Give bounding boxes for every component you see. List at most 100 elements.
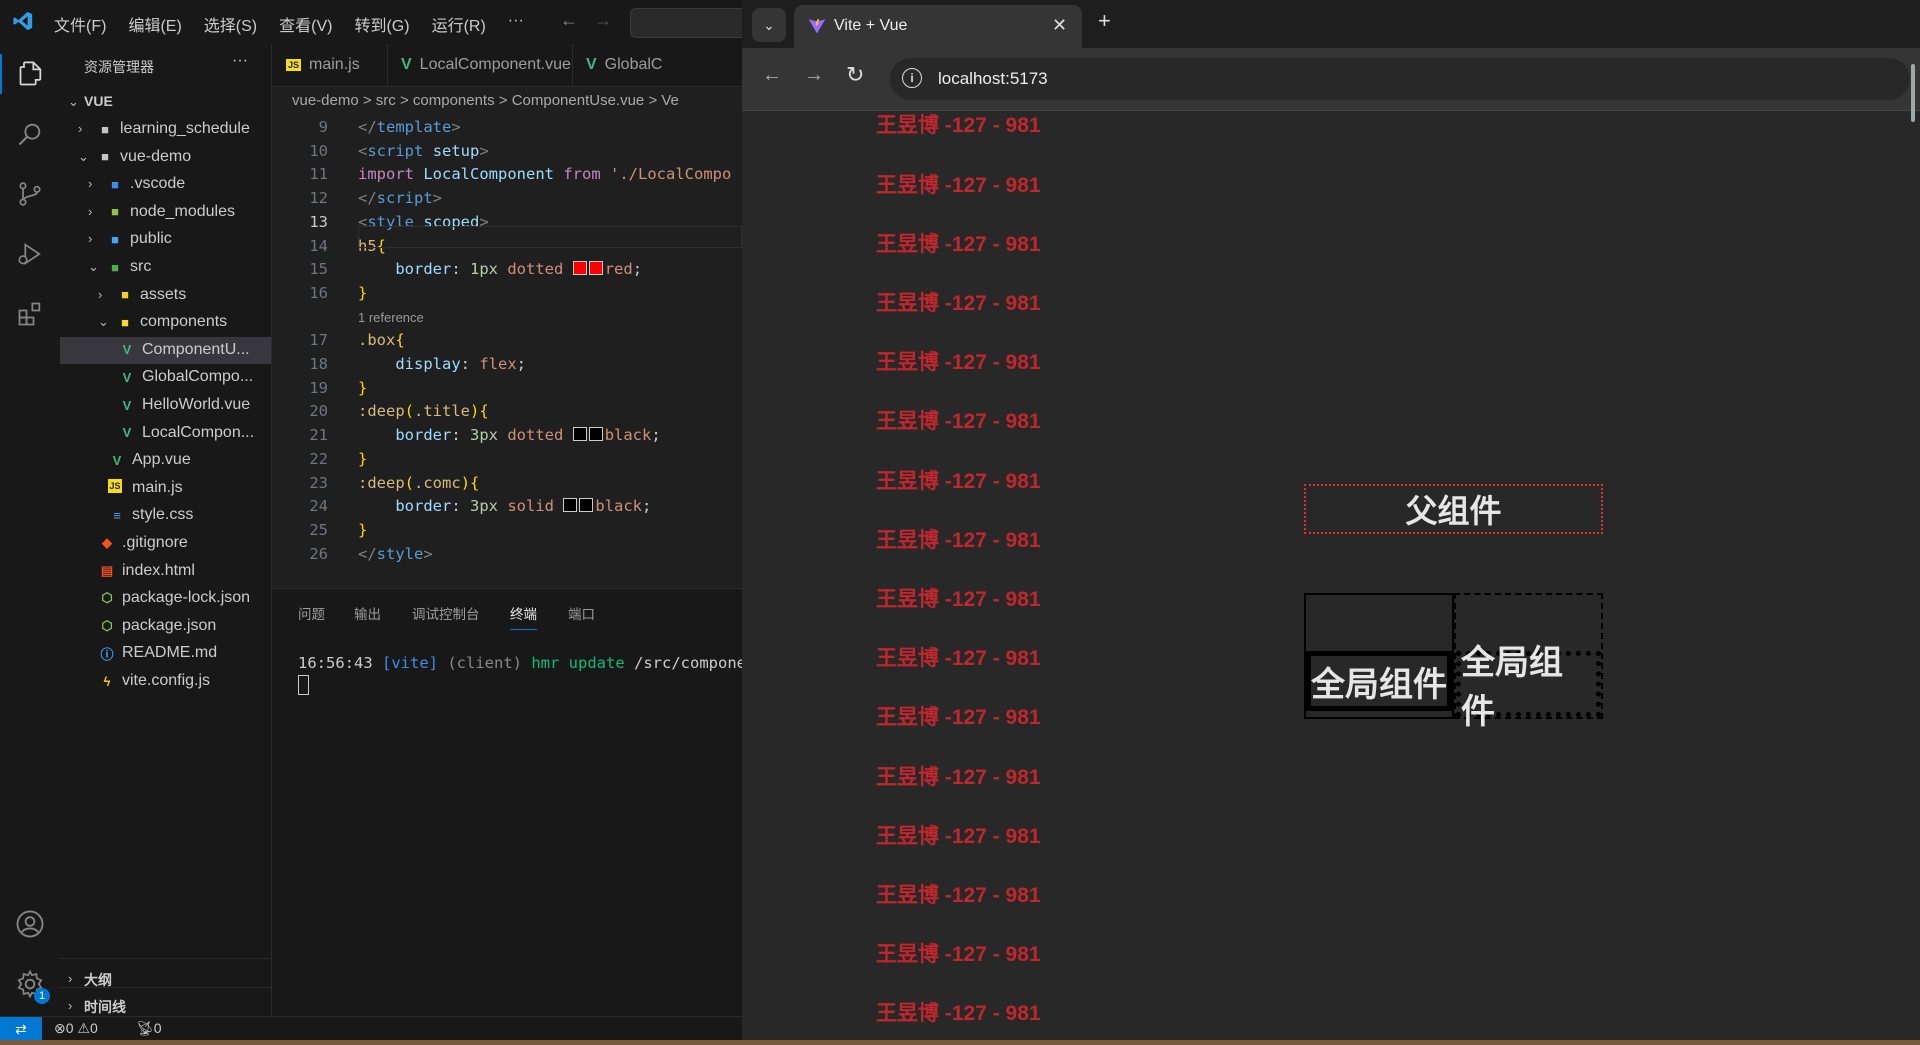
tree-item[interactable]: › ■ learning_schedule [60, 116, 271, 143]
settings-gear-icon[interactable]: 1 [10, 964, 50, 1004]
outline-section[interactable]: › 大纲 [60, 966, 271, 993]
node-folder-icon: ■ [111, 204, 119, 220]
code-text: border: 3px solid black; [395, 497, 652, 516]
tree-item[interactable]: ⌄ ■ vue-demo [60, 144, 271, 171]
panel-tab[interactable]: 端口 [568, 603, 595, 623]
code-line[interactable]: 1 reference [272, 308, 742, 328]
tree-item[interactable]: V GlobalCompo... [60, 364, 271, 391]
editor-tab[interactable]: V GlobalC [572, 44, 743, 86]
code-line[interactable]: 17 .box{ [272, 331, 742, 354]
global-component-dotted: 全局组件 [1454, 593, 1603, 731]
editor-tab[interactable]: JS main.js [272, 44, 388, 86]
code-line[interactable]: 22} [272, 450, 742, 473]
code-line[interactable]: 23:deep(.comc){ [272, 474, 742, 497]
browser-tab-active[interactable]: Vite + Vue ✕ [794, 5, 1082, 48]
code-text: display: flex; [395, 355, 526, 373]
terminal-output[interactable]: 16:56:43 [vite] (client) hmr update /src… [298, 654, 755, 672]
code-line[interactable]: 21 border: 3px dotted black; [272, 426, 742, 449]
tree-item[interactable]: ⬡ package.json [60, 613, 271, 640]
repeated-text-line: 王昱博 -127 - 981 [876, 410, 1041, 434]
close-tab-icon[interactable]: ✕ [1052, 15, 1067, 36]
menu-item[interactable]: ··· [508, 12, 524, 36]
code-line[interactable]: 11 import LocalComponent from './LocalCom… [272, 165, 742, 188]
back-arrow-icon[interactable]: ← [560, 10, 578, 31]
tab-search-icon[interactable]: ⌄ [752, 8, 786, 42]
menu-item[interactable]: 编辑(E) [128, 12, 181, 36]
code-line[interactable]: 9 </template> [272, 118, 742, 141]
tree-item[interactable]: JS main.js [60, 475, 271, 502]
code-line[interactable]: 16} [272, 284, 742, 307]
url-text: localhost:5173 [938, 69, 1048, 88]
menu-item[interactable]: 转到(G) [354, 12, 409, 36]
reload-icon[interactable]: ↻ [846, 62, 864, 88]
forward-arrow-icon[interactable]: → [594, 10, 612, 31]
problems-status[interactable]: ⊗0 ⚠0 [54, 1020, 98, 1037]
code-line[interactable]: 13 <style scoped> [272, 213, 742, 236]
tree-item[interactable]: V App.vue [60, 447, 271, 474]
tree-item[interactable]: › ■ node_modules [60, 199, 271, 226]
back-arrow-icon[interactable]: ← [762, 64, 782, 87]
code-line[interactable]: 26 </style> [272, 545, 742, 568]
line-number: 24 [309, 497, 328, 516]
code-line[interactable]: 25} [272, 521, 742, 544]
account-icon[interactable] [10, 904, 50, 944]
code-line[interactable]: 10 <script setup> [272, 142, 742, 165]
tree-item-label: HelloWorld.vue [142, 396, 251, 413]
menu-item[interactable]: 查看(V) [279, 12, 332, 36]
tree-item[interactable]: ϟ vite.config.js [60, 668, 271, 695]
workspace-header[interactable]: ⌄ VUE [60, 89, 271, 116]
remote-icon[interactable]: ⇄ [0, 1017, 42, 1041]
explorer-icon[interactable] [0, 54, 60, 94]
vue-file-icon: V [122, 397, 132, 413]
editor-tab[interactable]: V LocalComponent.vue [387, 44, 573, 86]
tree-item[interactable]: ▤ index.html [60, 558, 271, 585]
menu-item[interactable]: 文件(F) [54, 12, 106, 36]
editor-tab-label: main.js [309, 56, 360, 73]
tree-item-label: assets [140, 285, 187, 303]
code-text: } [358, 378, 368, 397]
code-line[interactable]: 20:deep(.title){ [272, 402, 742, 425]
tree-item[interactable]: › ■ public [60, 226, 271, 253]
code-line[interactable]: 19} [272, 379, 742, 402]
panel-tab[interactable]: 终端 [510, 603, 537, 630]
editor-tabs: JS main.js V LocalComponent.vue V GlobalC [272, 44, 743, 87]
tree-item[interactable]: ⓘ README.md [60, 640, 271, 667]
tree-item[interactable]: › ■ assets [60, 282, 271, 309]
tree-item[interactable]: ⌄ ■ components [60, 309, 271, 336]
search-icon[interactable] [10, 114, 50, 154]
forward-arrow-icon[interactable]: → [804, 64, 824, 87]
menu-item[interactable]: 选择(S) [204, 12, 257, 36]
run-debug-icon[interactable] [10, 234, 50, 274]
ports-status[interactable]: 📡︎0 [136, 1020, 162, 1037]
tree-item[interactable]: › ■ .vscode [60, 171, 271, 198]
repeated-text-line: 王昱博 -127 - 981 [876, 884, 1041, 907]
source-control-icon[interactable] [10, 174, 50, 214]
vue-file-icon: V [586, 56, 597, 73]
code-text: .box{ [358, 331, 405, 350]
command-center-search[interactable] [630, 8, 744, 38]
tree-item[interactable]: V ComponentU... [60, 336, 271, 364]
page-scrollbar[interactable] [1911, 64, 1915, 122]
panel-tab[interactable]: 调试控制台 [412, 603, 480, 623]
new-tab-icon[interactable]: + [1098, 8, 1111, 34]
site-info-icon[interactable]: i [902, 68, 922, 88]
panel-tab[interactable]: 问题 [298, 603, 325, 623]
tree-item[interactable]: V HelloWorld.vue [60, 392, 271, 419]
tree-item[interactable]: V LocalCompon... [60, 420, 271, 447]
code-line[interactable]: 15 border: 1px dotted red; [272, 260, 742, 283]
code-line[interactable]: 14 h5{ [272, 237, 742, 260]
menu-item[interactable]: 运行(R) [432, 12, 486, 36]
code-line[interactable]: 18 display: flex; [272, 355, 742, 378]
tree-item[interactable]: ⌄ ■ src [60, 254, 271, 281]
tree-item[interactable]: ⬡ package-lock.json [60, 585, 271, 612]
address-bar[interactable]: i localhost:5173 [890, 58, 1910, 100]
tree-item[interactable]: ◆ .gitignore [60, 530, 271, 557]
html-file-icon: ▤ [100, 562, 114, 578]
explorer-more-icon[interactable]: ··· [232, 52, 248, 70]
extensions-icon[interactable] [10, 294, 50, 334]
breadcrumb[interactable]: vue-demo > src > components > ComponentU… [272, 88, 742, 114]
code-line[interactable]: 12 </script> [272, 189, 742, 212]
panel-tab[interactable]: 输出 [354, 603, 381, 623]
tree-item[interactable]: ≡ style.css [60, 502, 271, 529]
code-line[interactable]: 24 border: 3px solid black; [272, 497, 742, 520]
